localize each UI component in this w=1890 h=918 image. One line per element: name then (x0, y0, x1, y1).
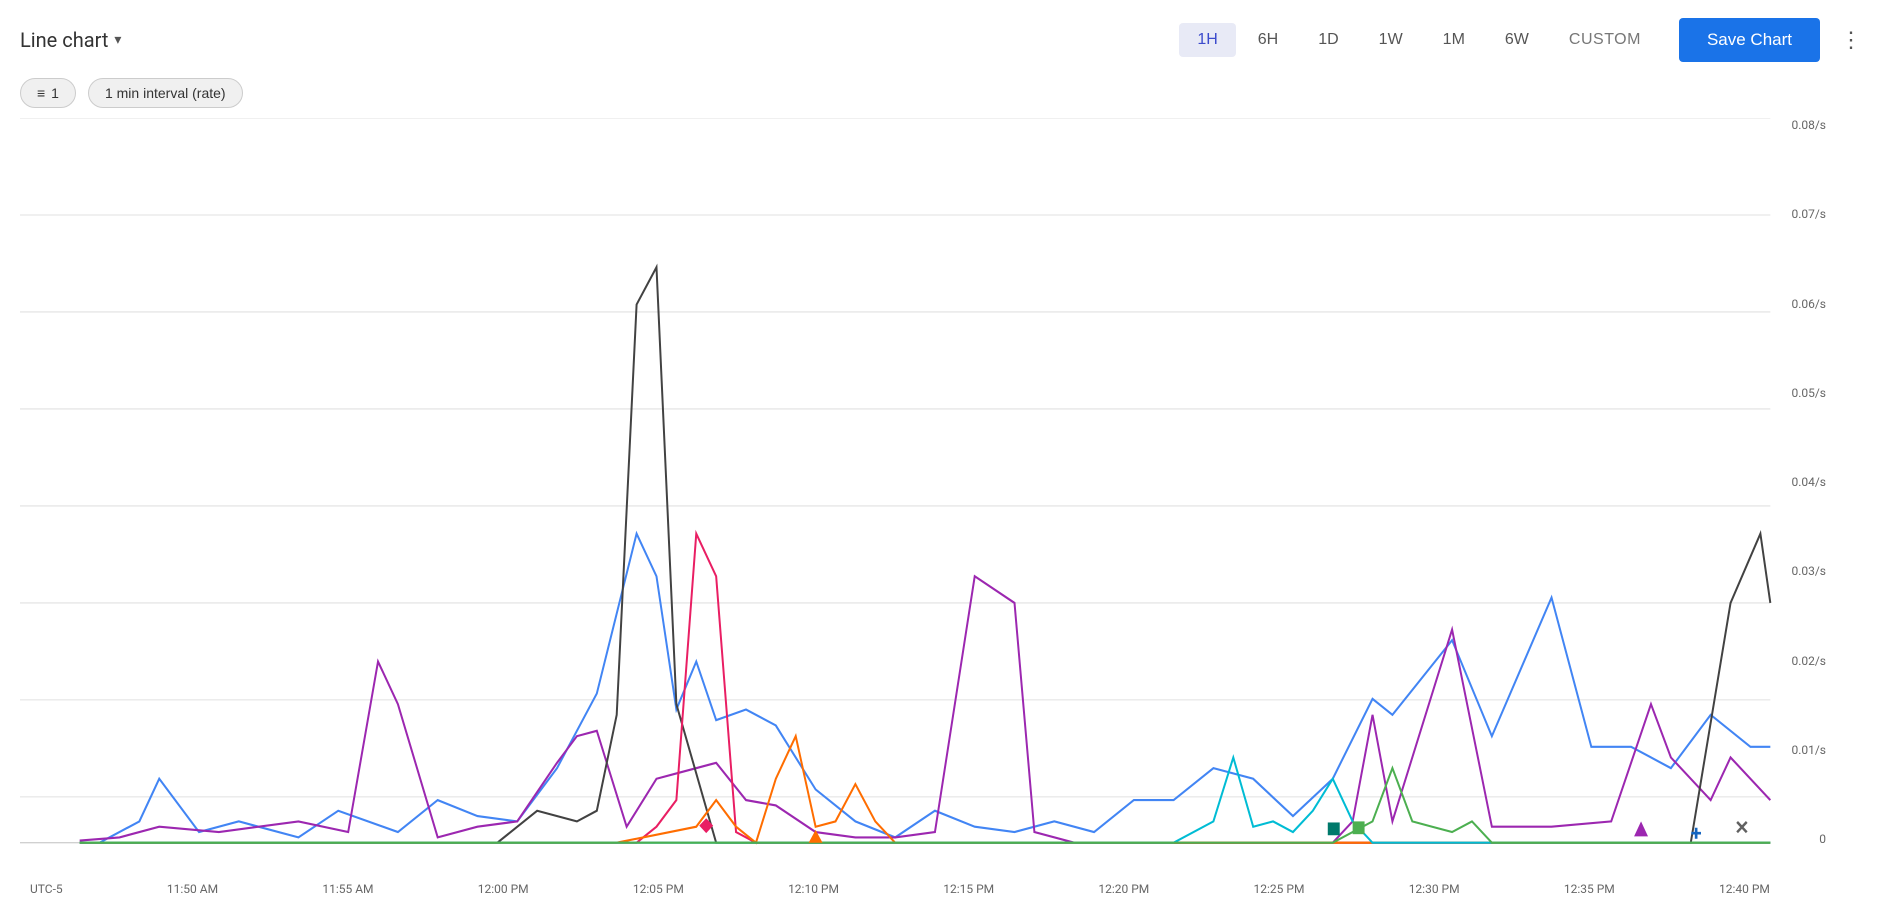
sub-controls: ≡ 1 1 min interval (rate) (0, 72, 1890, 118)
x-label-1240: 12:40 PM (1719, 882, 1770, 896)
chart-type-selector[interactable]: Line chart ▾ (20, 28, 1167, 52)
y-label-003: 0.03/s (1791, 564, 1826, 578)
svg-text:+: + (1691, 822, 1702, 847)
time-btn-1w[interactable]: 1W (1361, 23, 1421, 57)
time-btn-1h[interactable]: 1H (1179, 23, 1235, 57)
chart-svg: + ✕ (20, 118, 1830, 896)
x-label-1215: 12:15 PM (943, 882, 994, 896)
y-label-0: 0 (1819, 832, 1826, 846)
y-label-008: 0.08/s (1791, 118, 1826, 132)
filter-button[interactable]: ≡ 1 (20, 78, 76, 108)
filter-label: 1 (51, 85, 59, 101)
svg-text:✕: ✕ (1735, 817, 1750, 840)
filter-icon: ≡ (37, 85, 45, 101)
time-btn-custom[interactable]: CUSTOM (1551, 23, 1659, 57)
y-label-002: 0.02/s (1791, 654, 1826, 668)
time-btn-6h[interactable]: 6H (1240, 23, 1296, 57)
y-label-005: 0.05/s (1791, 386, 1826, 400)
x-label-1155: 11:55 AM (322, 882, 373, 896)
y-axis-labels: 0.08/s 0.07/s 0.06/s 0.05/s 0.04/s 0.03/… (1791, 118, 1830, 846)
x-label-1210: 12:10 PM (788, 882, 839, 896)
time-btn-1m[interactable]: 1M (1425, 23, 1483, 57)
time-controls: 1H 6H 1D 1W 1M 6W CUSTOM (1179, 23, 1659, 57)
time-btn-6w[interactable]: 6W (1487, 23, 1547, 57)
x-label-1150: 11:50 AM (167, 882, 218, 896)
chart-area: + ✕ 0.08/s 0.07/s 0.06/s 0.05/s 0.04/s 0… (20, 118, 1830, 896)
y-label-004: 0.04/s (1791, 475, 1826, 489)
interval-button[interactable]: 1 min interval (rate) (88, 78, 243, 108)
y-label-006: 0.06/s (1791, 297, 1826, 311)
x-label-utc: UTC-5 (30, 882, 63, 896)
x-label-1230: 12:30 PM (1409, 882, 1460, 896)
chart-type-label: Line chart (20, 28, 108, 52)
more-menu-button[interactable]: ⋮ (1832, 19, 1870, 61)
save-chart-button[interactable]: Save Chart (1679, 18, 1820, 62)
chart-container: + ✕ 0.08/s 0.07/s 0.06/s 0.05/s 0.04/s 0… (0, 118, 1890, 896)
x-axis-labels: UTC-5 11:50 AM 11:55 AM 12:00 PM 12:05 P… (20, 882, 1770, 896)
x-label-1235: 12:35 PM (1564, 882, 1615, 896)
chevron-down-icon: ▾ (114, 32, 121, 48)
top-bar: Line chart ▾ 1H 6H 1D 1W 1M 6W CUSTOM Sa… (0, 0, 1890, 72)
x-label-1225: 12:25 PM (1254, 882, 1305, 896)
time-btn-1d[interactable]: 1D (1300, 23, 1356, 57)
x-label-1220: 12:20 PM (1098, 882, 1149, 896)
x-label-1205: 12:05 PM (633, 882, 684, 896)
y-label-007: 0.07/s (1791, 207, 1826, 221)
y-label-001: 0.01/s (1791, 743, 1826, 757)
x-label-1200: 12:00 PM (478, 882, 529, 896)
